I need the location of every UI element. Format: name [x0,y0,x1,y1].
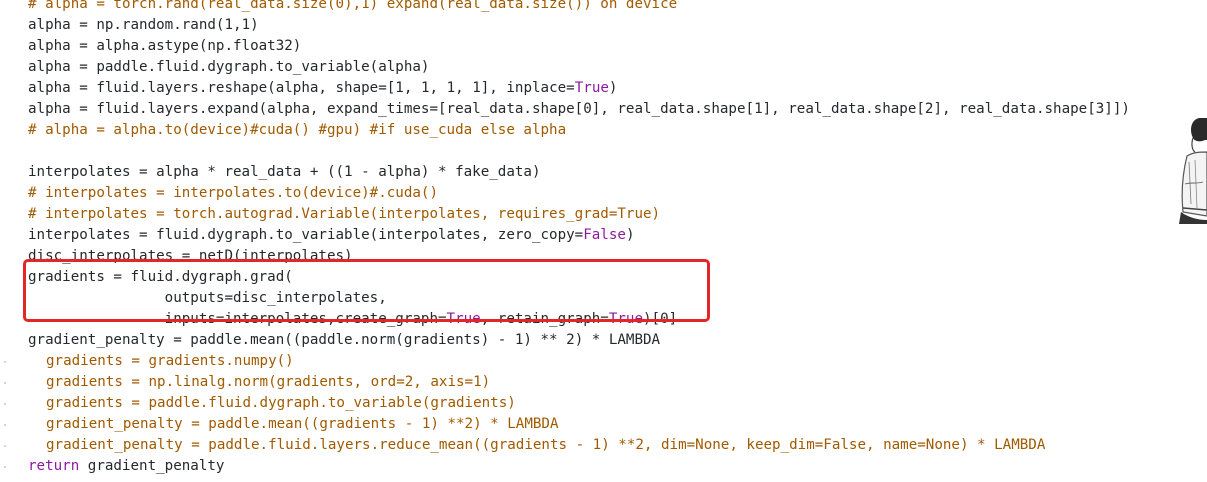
red-rectangle-highlight [23,259,710,322]
code-token: alpha = np.random.rand( [28,17,225,33]
code-line: # alpha = alpha.to(device)#cuda() #gpu) … [28,120,566,141]
code-token: ], real_data.shape[ [933,101,1096,117]
code-line: interpolates = alpha * real_data + ((1 -… [28,162,541,183]
code-token: 1 [446,80,456,96]
code-token: # interpolates = interpolates.to(device)… [28,185,438,201]
gutter-marker [4,466,6,468]
code-token: 1 [241,17,251,33]
code-token: ], real_data.shape[ [591,101,755,117]
code-token: gradient_penalty = paddle.mean((gradient… [46,416,559,432]
code-line: alpha = fluid.layers.reshape(alpha, shap… [28,78,617,99]
code-token: # interpolates = torch.autograd.Variable… [28,206,661,222]
code-token: ) [250,17,259,33]
code-token: gradients = gradients.numpy() [46,353,294,369]
code-token: 3 [1095,101,1105,117]
code-token: ], real_data.shape[ [762,101,925,117]
code-line: alpha = fluid.layers.expand(alpha, expan… [28,99,1130,120]
code-token: gradients = np.linalg.norm(gradients, or… [46,374,491,390]
code-token: 1 [395,80,404,96]
code-token: gradients = paddle.fluid.dygraph.to_vari… [46,395,516,411]
code-token: ) * LAMBDA [574,332,661,348]
code-editor: # alpha = torch.rand(real_data.size(0),1… [0,0,1207,482]
gutter-marker [4,445,6,447]
code-token: alpha = fluid.layers.reshape(alpha, shap… [28,80,396,96]
code-line: alpha = paddle.fluid.dygraph.to_variable… [28,57,429,78]
code-token: 0 [583,101,592,117]
code-line: gradients = paddle.fluid.dygraph.to_vari… [46,393,516,414]
sketch-figure-image [1179,118,1207,224]
code-token: ) [608,80,618,96]
code-token: alpha = fluid.layers.expand(alpha, expan… [28,101,584,117]
code-token: 1 [224,17,234,33]
code-token: ) [625,227,635,243]
code-line: gradients = np.linalg.norm(gradients, or… [46,372,490,393]
code-token: interpolates = alpha * real_data + (( [28,164,345,180]
code-token: interpolates = fluid.dygraph.to_variable… [28,227,584,243]
code-token: ]]) [1104,101,1130,117]
code-token: gradient_penalty = paddle.mean((paddle.n… [28,332,515,348]
code-line: interpolates = fluid.dygraph.to_variable… [28,225,634,246]
code-line: gradients = gradients.numpy() [46,351,294,372]
code-token: 1 [472,80,481,96]
code-line: return gradient_penalty [28,456,224,477]
code-token: # alpha = torch.rand(real_data.size(0),1… [28,0,678,12]
gutter-marker [4,361,6,363]
code-line: # alpha = torch.rand(real_data.size(0),1… [28,0,677,15]
code-token: , [233,17,242,33]
code-token: return [28,458,80,474]
code-token: gradient_penalty = paddle.fluid.layers.r… [46,437,1046,453]
code-line: gradient_penalty = paddle.mean((gradient… [46,414,559,435]
code-token: ], inplace= [480,80,575,96]
gutter-marker [4,382,6,384]
code-line: alpha = alpha.astype(np.float32) [28,36,301,57]
code-line: # interpolates = interpolates.to(device)… [28,183,438,204]
gutter-marker [4,424,6,426]
code-token: # alpha = alpha.to(device)#cuda() #gpu) … [28,122,567,138]
code-token: alpha = paddle.fluid.dygraph.to_variable… [28,59,430,75]
code-token: 1 [344,164,353,180]
gutter-marker [4,403,6,405]
code-line: alpha = np.random.rand(1,1) [28,15,259,36]
code-token: 2 [566,332,575,348]
code-token: False [583,227,626,243]
code-token: gradient_penalty [79,458,225,474]
code-token: , [429,80,447,96]
code-token: 1 [754,101,763,117]
code-line: gradient_penalty = paddle.fluid.layers.r… [46,435,1045,456]
code-token: , [403,80,421,96]
code-token: alpha = alpha.astype(np.float32) [28,38,302,54]
code-token: , [455,80,473,96]
code-token: - alpha) * fake_data) [352,164,541,180]
code-token: True [574,80,609,96]
code-line: # interpolates = torch.autograd.Variable… [28,204,660,225]
code-token: ) ** [523,332,567,348]
code-line: gradient_penalty = paddle.mean((paddle.n… [28,330,660,351]
